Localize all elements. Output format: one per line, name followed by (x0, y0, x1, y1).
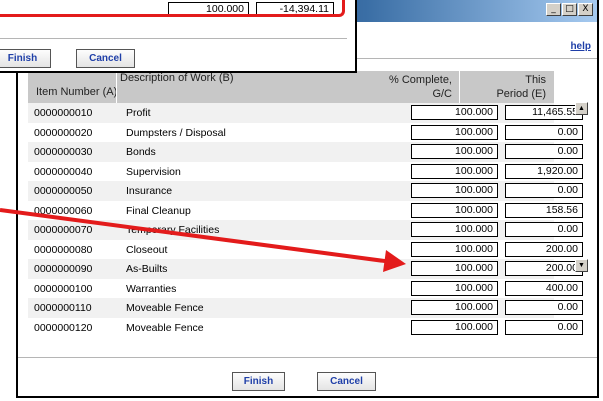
item-number: 0000000030 (34, 146, 93, 158)
description: As-Builts (126, 263, 168, 275)
table-row: 0000000080 Closeout 100.000 200.00 (28, 240, 583, 260)
this-period-input[interactable]: 0.00 (505, 124, 583, 140)
item-number: 0000000050 (34, 185, 93, 197)
col-period-header-line2: Period (E) (496, 88, 546, 100)
description: Temporary Facilities (126, 224, 220, 236)
col-item-header: Item Number (A) (36, 86, 118, 98)
scroll-up-icon[interactable]: ▲ (575, 102, 588, 115)
finish-button[interactable]: Finish (232, 372, 285, 391)
description: Bonds (126, 146, 156, 158)
minimize-icon[interactable]: _ (546, 3, 561, 16)
divider (459, 71, 460, 103)
cancel-button[interactable]: Cancel (317, 372, 376, 391)
col-period-header: This Period (E) (496, 73, 546, 101)
col-pct-header: % Complete, G/C (389, 73, 452, 101)
pct-complete-input[interactable]: 100.000 (411, 124, 498, 140)
pct-complete-input[interactable]: 100.000 (411, 163, 498, 179)
description: Closeout (126, 243, 168, 256)
pct-complete-input[interactable]: 100.000 (411, 202, 498, 218)
table-header: Item Number (A) Description of Work (B) … (28, 71, 554, 103)
table-row: 0000000060 Final Cleanup 100.000 158.56 (28, 201, 583, 221)
description: Dumpsters / Disposal (126, 126, 226, 139)
pct-complete-input[interactable]: 100.000 (411, 222, 498, 237)
col-pct-header-line2: G/C (432, 88, 452, 100)
item-number: 0000000010 (34, 107, 93, 119)
item-number: 0000000060 (34, 204, 93, 217)
item-number: 0000000020 (34, 126, 93, 139)
col-period-header-line1: This (525, 74, 546, 86)
divider (116, 71, 117, 103)
pct-complete-input[interactable]: 100.000 (411, 280, 498, 296)
this-period-input[interactable]: 400.00 (505, 280, 583, 296)
table-body: 0000000010 Profit 100.000 11,465.55 00000000… (28, 103, 583, 338)
item-number: 0000000090 (34, 263, 93, 275)
pct-complete-input[interactable]: 100.000 (411, 183, 498, 198)
table-row: 0000000030 Bonds 100.000 0.00 (28, 142, 583, 162)
overlay-cancel-button[interactable]: Cancel (76, 49, 135, 68)
table-row: 0000000090 As-Builts 100.000 200.00 (28, 259, 583, 279)
overlay-finish-button[interactable]: Finish (0, 49, 51, 68)
this-period-input[interactable]: 11,465.55 (505, 105, 583, 120)
col-pct-header-line1: % Complete, (389, 74, 452, 86)
item-number: 0000000040 (34, 165, 93, 178)
item-number: 0000000080 (34, 243, 93, 256)
pct-complete-input[interactable]: 100.000 (411, 241, 498, 257)
description: Profit (126, 107, 151, 119)
this-period-input[interactable]: 200.00 (505, 261, 583, 276)
table-row: 0000000100 Warranties 100.000 400.00 (28, 279, 583, 299)
item-number: 0000000070 (34, 224, 93, 236)
description: Moveable Fence (126, 321, 204, 334)
highlight-box (0, 0, 345, 17)
table-row: 0000000050 Insurance 100.000 0.00 (28, 181, 583, 201)
description: Moveable Fence (126, 302, 204, 314)
table-row: 0000000120 Moveable Fence 100.000 0.00 (28, 318, 583, 338)
this-period-input[interactable]: 158.56 (505, 202, 583, 218)
this-period-input[interactable]: 200.00 (505, 241, 583, 257)
pct-complete-input[interactable]: 100.000 (411, 261, 498, 276)
description: Warranties (126, 282, 177, 295)
this-period-input[interactable]: 1,920.00 (505, 163, 583, 179)
this-period-input[interactable]: 0.00 (505, 319, 583, 335)
pct-complete-input[interactable]: 100.000 (411, 105, 498, 120)
item-number: 0000000120 (34, 321, 93, 334)
table-row: 0000000040 Supervision 100.000 1,920.00 (28, 162, 583, 182)
description: Supervision (126, 165, 181, 178)
pct-complete-input[interactable]: 100.000 (411, 144, 498, 159)
this-period-input[interactable]: 0.00 (505, 183, 583, 198)
item-number: 0000000110 (34, 302, 92, 314)
line-items-table: Item Number (A) Description of Work (B) … (28, 71, 583, 338)
window-controls: _ □ X (546, 3, 593, 16)
table-row: 0000000110 Moveable Fence 100.000 0.00 (28, 298, 583, 318)
help-link[interactable]: help (570, 41, 591, 52)
col-description-header: Description of Work (B) (120, 72, 234, 84)
this-period-input[interactable]: 0.00 (505, 144, 583, 159)
scroll-down-icon[interactable]: ▼ (575, 259, 588, 272)
divider (0, 38, 347, 39)
this-period-input[interactable]: 0.00 (505, 222, 583, 237)
maximize-icon[interactable]: □ (562, 3, 577, 16)
divider (18, 357, 597, 358)
close-icon[interactable]: X (578, 3, 593, 16)
table-row: 0000000070 Temporary Facilities 100.000 0.0… (28, 220, 583, 240)
description: Final Cleanup (126, 204, 191, 217)
pct-complete-input[interactable]: 100.000 (411, 300, 498, 315)
description: Insurance (126, 185, 173, 197)
item-number: 0000000100 (34, 282, 93, 295)
table-row: 0000000020 Dumpsters / Disposal 100.000 0.0… (28, 123, 583, 143)
pct-complete-input[interactable]: 100.000 (411, 319, 498, 335)
this-period-input[interactable]: 0.00 (505, 300, 583, 315)
table-row: 0000000010 Profit 100.000 11,465.55 (28, 103, 583, 123)
zoom-callout-panel: 100.000 -14,394.11 Finish Cancel (0, 0, 357, 73)
